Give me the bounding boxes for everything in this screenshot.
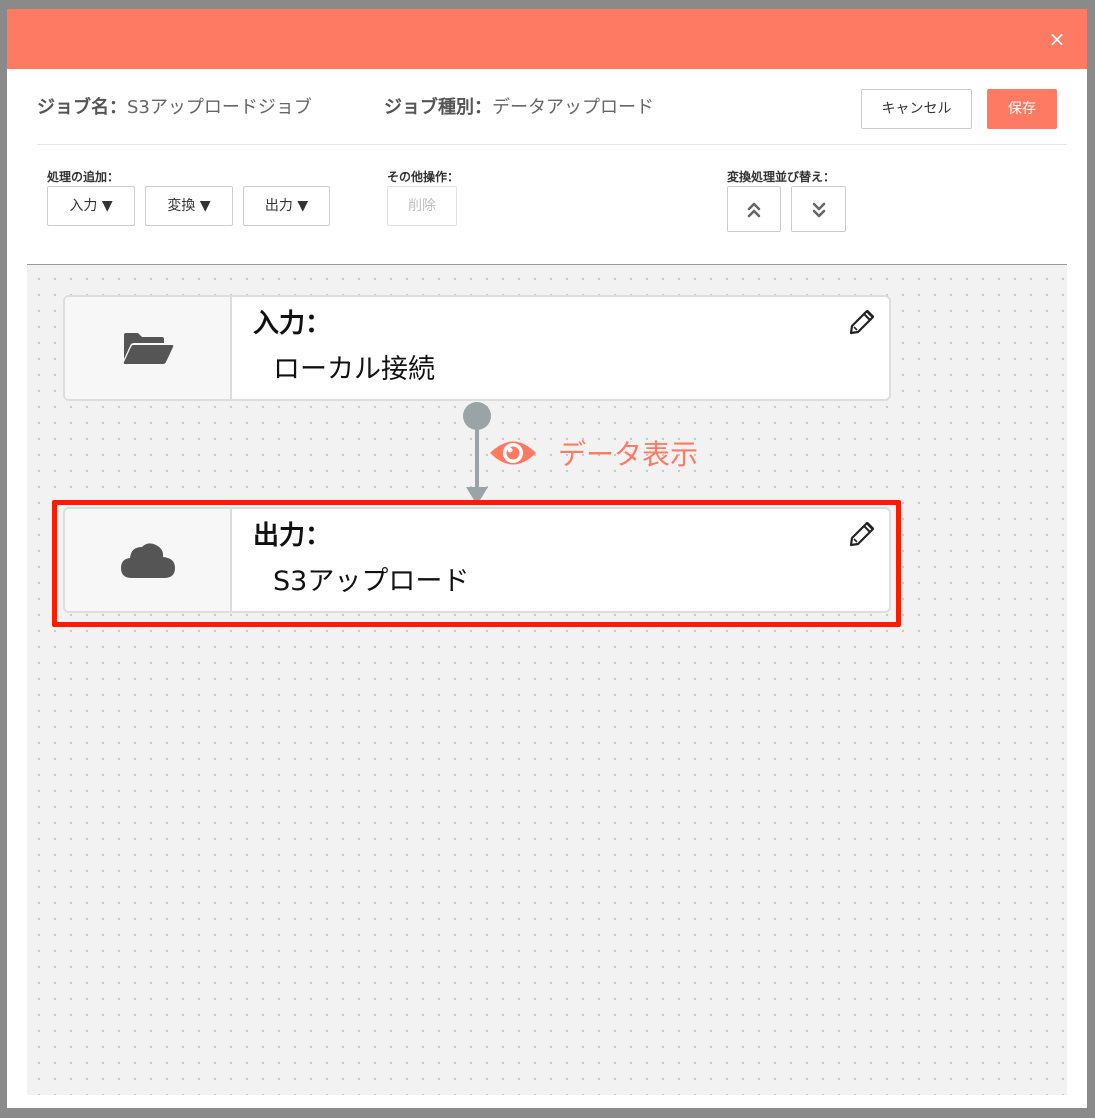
add-transform-dropdown[interactable]: 変換 ▼ (145, 186, 233, 226)
edit-node-button[interactable] (847, 307, 877, 337)
data-view-link[interactable]: データ表示 (488, 433, 698, 473)
eye-icon (490, 441, 536, 465)
job-editor-dialog: × ジョブ名：S3アップロードジョブ ジョブ種別：データアップロード キャンセル… (7, 9, 1087, 1108)
other-ops-label: その他操作： (387, 170, 460, 184)
job-name-value: S3アップロードジョブ (127, 97, 312, 118)
close-icon: × (1048, 27, 1066, 51)
chevron-double-down-icon (812, 202, 825, 218)
pencil-icon (849, 309, 875, 335)
job-name: ジョブ名：S3アップロードジョブ (37, 93, 312, 119)
delete-button[interactable]: 削除 (387, 186, 457, 226)
reorder-label: 変換処理並び替え： (727, 170, 836, 184)
add-input-dropdown[interactable]: 入力 ▼ (47, 186, 135, 226)
node-value: ローカル接続 (273, 354, 435, 385)
chevron-double-up-icon (747, 202, 761, 218)
cancel-button[interactable]: キャンセル (861, 89, 972, 129)
node-title: 出力： (253, 521, 332, 551)
add-process-label: 処理の追加： (47, 170, 120, 184)
move-up-button[interactable] (727, 186, 781, 232)
node-title: 入力： (253, 309, 332, 339)
cloud-icon (120, 543, 175, 578)
job-type: ジョブ種別：データアップロード (384, 93, 654, 119)
header-divider (37, 144, 1067, 145)
add-output-dropdown[interactable]: 出力 ▼ (243, 186, 330, 226)
close-button[interactable]: × (1043, 25, 1071, 53)
dialog-header: × (7, 9, 1087, 69)
flow-node-output[interactable]: 出力： S3アップロード (63, 507, 891, 613)
job-name-label: ジョブ名： (37, 97, 127, 118)
folder-open-icon (123, 333, 173, 364)
save-button[interactable]: 保存 (987, 89, 1057, 129)
data-view-label: データ表示 (558, 438, 699, 471)
pencil-icon (849, 521, 875, 547)
job-type-value: データアップロード (492, 97, 654, 118)
edit-node-button[interactable] (847, 519, 877, 549)
move-down-button[interactable] (791, 186, 846, 232)
node-icon-area (65, 509, 232, 611)
flow-node-input[interactable]: 入力： ローカル接続 (63, 295, 891, 401)
job-type-label: ジョブ種別： (384, 97, 492, 118)
node-value: S3アップロード (273, 566, 470, 597)
node-icon-area (65, 297, 232, 399)
